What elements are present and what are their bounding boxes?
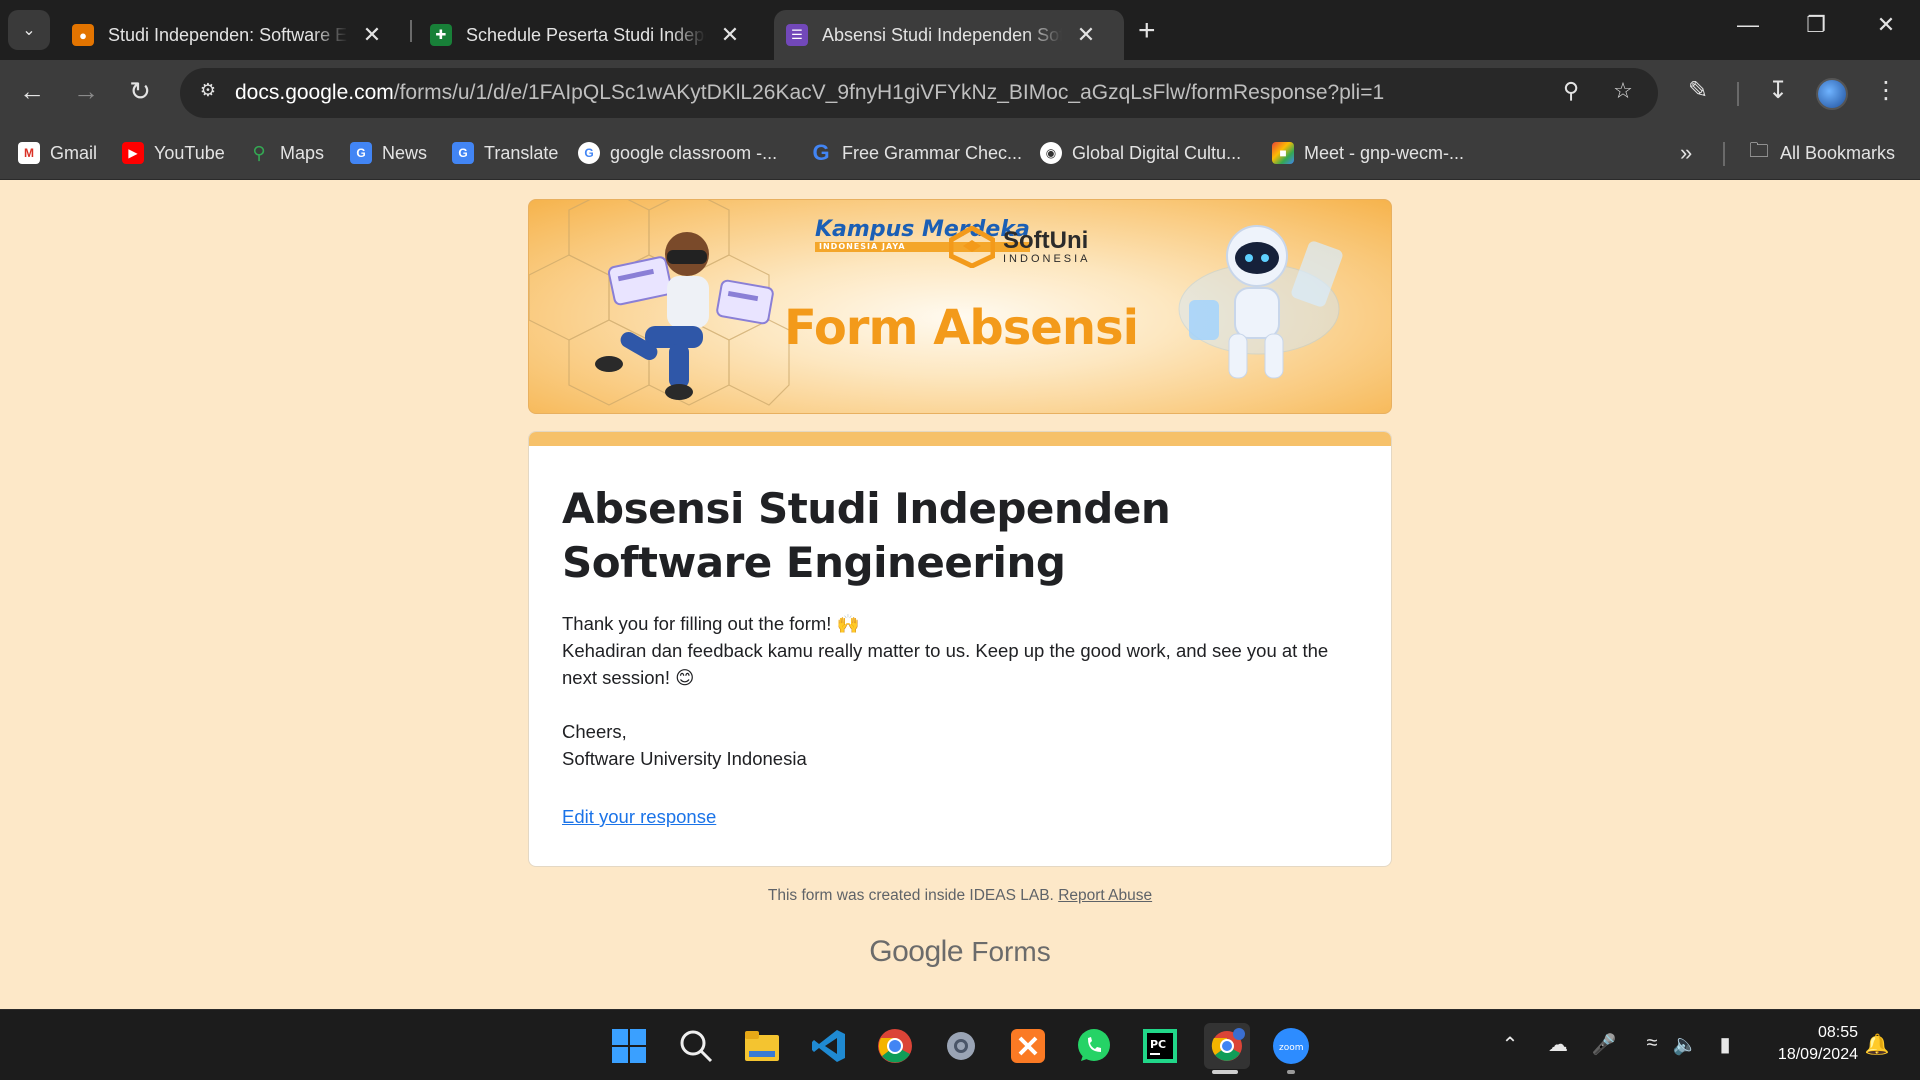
windows-start-icon[interactable] xyxy=(609,1026,649,1066)
bookmark-youtube[interactable]: ▶ YouTube xyxy=(122,138,225,168)
sheets-icon: ✚ xyxy=(430,24,452,46)
signoff-text: Cheers, xyxy=(562,721,627,742)
bookmarks-divider xyxy=(1723,142,1725,166)
bookmark-news[interactable]: G News xyxy=(350,138,427,168)
cloud-icon[interactable]: ☁ xyxy=(1543,1032,1573,1057)
new-tab-button[interactable]: + xyxy=(1138,14,1156,48)
close-tab-icon[interactable]: ✕ xyxy=(362,22,382,48)
translate-icon: G xyxy=(452,142,474,164)
browser-tab-bar: ⌄ ● Studi Independen: Software Eng ✕ ✚ S… xyxy=(0,0,1920,60)
close-tab-icon[interactable]: ✕ xyxy=(1076,22,1096,48)
confirmation-card: Absensi Studi Independen Software Engine… xyxy=(528,431,1392,867)
bookmark-star-icon[interactable]: ☆ xyxy=(1608,78,1638,104)
chevron-double-right-icon[interactable]: » xyxy=(1680,140,1692,166)
news-icon: G xyxy=(350,142,372,164)
bookmark-grammar[interactable]: G Free Grammar Chec... xyxy=(810,138,1022,168)
signature-text: Software University Indonesia xyxy=(562,748,807,769)
browser-toolbar: ← → ↻ ⚙ docs.google.com/forms/u/1/d/e/1F… xyxy=(0,60,1920,128)
wifi-icon[interactable]: ≈ xyxy=(1637,1032,1667,1055)
youtube-icon: ▶ xyxy=(122,142,144,164)
file-explorer-icon[interactable] xyxy=(742,1026,782,1066)
active-app-indicator xyxy=(1212,1070,1238,1074)
volume-icon[interactable]: 🔈 xyxy=(1670,1032,1700,1057)
bookmarks-bar: M Gmail ▶ YouTube ⚲ Maps G News G Transl… xyxy=(0,128,1920,180)
softuni-logo: SoftUni INDONESIA xyxy=(949,226,1091,268)
edit-response-link[interactable]: Edit your response xyxy=(562,806,716,828)
all-bookmarks-button[interactable]: 🗀 All Bookmarks xyxy=(1748,138,1895,168)
chevron-down-icon: ⌄ xyxy=(22,22,36,39)
svg-text:PC: PC xyxy=(1150,1038,1166,1051)
form-footer-note: This form was created inside IDEAS LAB. … xyxy=(767,887,1153,904)
toolbar-divider xyxy=(1737,82,1739,106)
minimize-icon[interactable]: — xyxy=(1728,12,1768,38)
classroom-icon: ● xyxy=(72,24,94,46)
pycharm-icon[interactable]: PC xyxy=(1140,1026,1180,1066)
tab-studi-independen[interactable]: ● Studi Independen: Software Eng ✕ xyxy=(60,10,410,60)
message-line: Thank you for filling out the form! 🙌 xyxy=(562,613,860,634)
site-settings-icon[interactable]: ⚙ xyxy=(194,80,222,106)
running-app-indicator xyxy=(1287,1070,1295,1074)
chrome-profile-icon[interactable] xyxy=(1204,1023,1250,1069)
meet-icon: ■ xyxy=(1272,142,1294,164)
bookmark-google-classroom[interactable]: G google classroom -... xyxy=(578,138,777,168)
bookmark-maps[interactable]: ⚲ Maps xyxy=(248,138,324,168)
report-abuse-link[interactable]: Report Abuse xyxy=(1058,887,1152,904)
forward-arrow-icon[interactable]: → xyxy=(68,76,104,107)
google-icon: G xyxy=(578,142,600,164)
chevron-up-icon[interactable]: ⌃ xyxy=(1495,1032,1525,1057)
system-clock[interactable]: 08:55 18/09/2024 xyxy=(1758,1022,1858,1066)
softuni-emblem-icon xyxy=(949,226,995,268)
back-arrow-icon[interactable]: ← xyxy=(14,76,50,107)
windows-taskbar: PC zoom ⌃ ☁ 🎤 ≈ 🔈 ▮ 08:55 18/09/2024 🔔 xyxy=(0,1009,1920,1080)
zoom-icon[interactable]: zoom xyxy=(1271,1026,1311,1066)
settings-icon[interactable] xyxy=(941,1026,981,1066)
svg-text:zoom: zoom xyxy=(1279,1043,1304,1053)
grammar-icon: G xyxy=(812,140,830,165)
xampp-icon[interactable] xyxy=(1008,1026,1048,1066)
zoom-icon[interactable]: ⚲ xyxy=(1556,78,1586,104)
robot-illustration xyxy=(1178,225,1343,379)
form-title: Absensi Studi Independen Software Engine… xyxy=(562,484,1171,587)
gmail-icon: M xyxy=(18,142,40,164)
url-text[interactable]: docs.google.com/forms/u/1/d/e/1FAIpQLSc1… xyxy=(235,81,1384,105)
tab-divider xyxy=(410,20,412,42)
card-accent-bar xyxy=(529,432,1391,446)
form-header-banner: Kampus Merdeka INDONESIA JAYA SoftUni IND… xyxy=(528,199,1392,414)
extensions-icon[interactable]: ✎ xyxy=(1680,76,1716,105)
profile-avatar[interactable] xyxy=(1816,78,1848,110)
bookmark-meet[interactable]: ■ Meet - gnp-wecm-... xyxy=(1272,138,1464,168)
search-icon[interactable] xyxy=(676,1026,716,1066)
tab-search-button[interactable]: ⌄ xyxy=(8,10,50,50)
maps-icon: ⚲ xyxy=(252,142,266,163)
bookmark-translate[interactable]: G Translate xyxy=(452,138,558,168)
tab-schedule-peserta[interactable]: ✚ Schedule Peserta Studi Indepen ✕ xyxy=(418,10,768,60)
page-content: Kampus Merdeka INDONESIA JAYA SoftUni IND… xyxy=(0,181,1920,1009)
forms-icon: ☰ xyxy=(786,24,808,46)
bookmark-global-digital[interactable]: ◉ Global Digital Cultu... xyxy=(1040,138,1241,168)
chrome-icon[interactable] xyxy=(875,1026,915,1066)
download-icon[interactable]: ↧ xyxy=(1760,76,1796,105)
bookmark-gmail[interactable]: M Gmail xyxy=(18,138,97,168)
restore-icon[interactable]: ❐ xyxy=(1796,12,1836,38)
confirmation-message: Thank you for filling out the form! 🙌 Ke… xyxy=(562,610,1362,772)
globe-icon: ◉ xyxy=(1040,142,1062,164)
clock-date: 18/09/2024 xyxy=(1777,1046,1858,1063)
folder-icon: 🗀 xyxy=(1749,140,1769,162)
message-line: Kehadiran dan feedback kamu really matte… xyxy=(562,640,1334,688)
close-window-icon[interactable]: ✕ xyxy=(1866,12,1906,38)
microphone-icon[interactable]: 🎤 xyxy=(1589,1032,1619,1057)
reload-icon[interactable]: ↻ xyxy=(122,76,158,107)
vscode-icon[interactable] xyxy=(809,1026,849,1066)
close-tab-icon[interactable]: ✕ xyxy=(720,22,740,48)
menu-kebab-icon[interactable]: ⋮ xyxy=(1868,76,1904,105)
google-forms-logo[interactable]: Google Forms xyxy=(0,935,1920,969)
battery-icon[interactable]: ▮ xyxy=(1710,1032,1740,1057)
clock-time: 08:55 xyxy=(1817,1024,1858,1041)
tab-absensi-active[interactable]: ☰ Absensi Studi Independen Softw ✕ xyxy=(774,10,1124,60)
whatsapp-icon[interactable] xyxy=(1074,1026,1114,1066)
address-bar[interactable]: ⚙ docs.google.com/forms/u/1/d/e/1FAIpQLS… xyxy=(180,68,1658,118)
notification-bell-icon[interactable]: 🔔 xyxy=(1862,1032,1892,1057)
